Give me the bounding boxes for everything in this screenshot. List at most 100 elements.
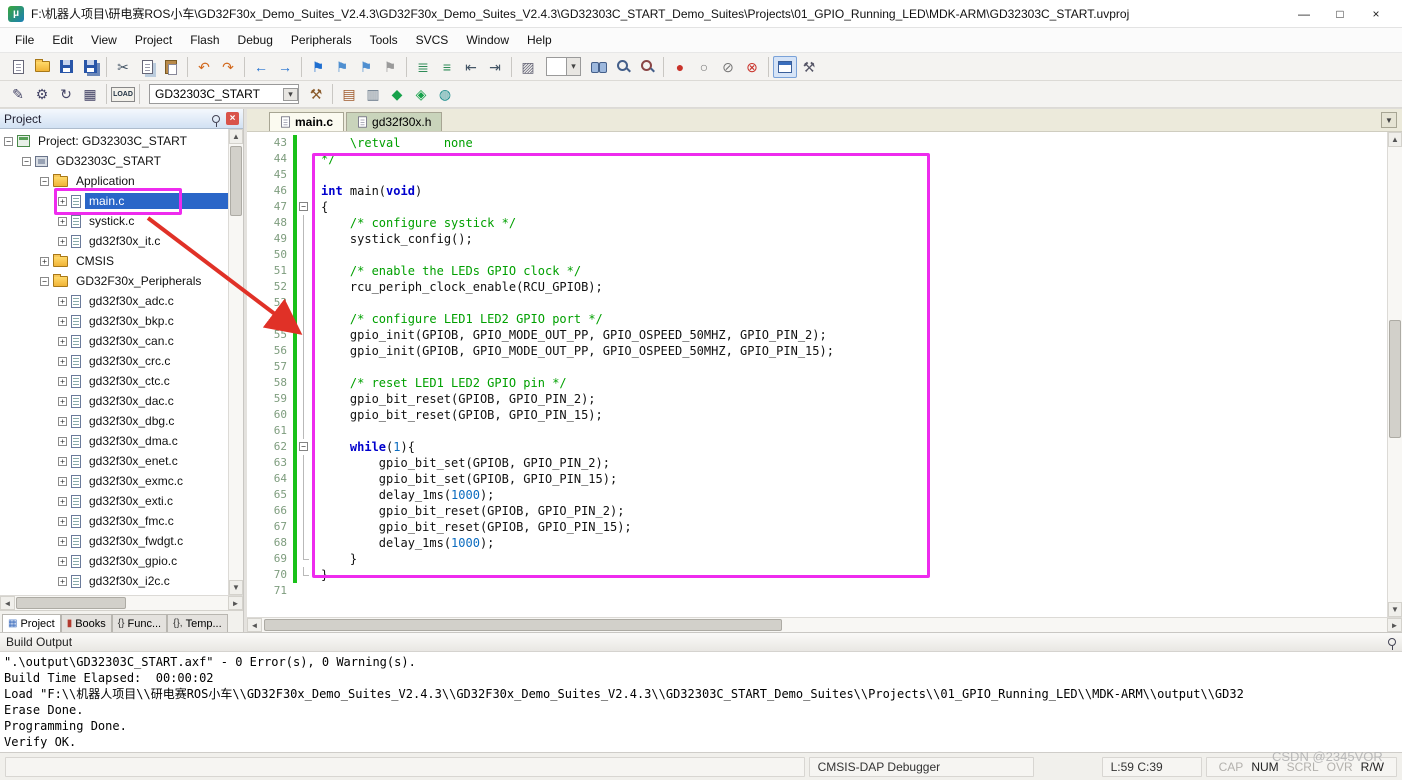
code-line-51[interactable]: 51 /* enable the LEDs GPIO clock */ [247, 263, 1387, 279]
tree-item-gd32f30x-crc-c[interactable]: + gd32f30x_crc.c [0, 351, 228, 371]
indent-right-icon[interactable]: ⇥ [483, 56, 507, 78]
breakpoint-insert-icon[interactable]: ● [668, 56, 692, 78]
incremental-find-icon[interactable] [635, 56, 659, 78]
tree-expander-icon[interactable]: + [58, 416, 67, 426]
panel-tab-func[interactable]: {} Func... [111, 614, 168, 632]
code-line-62[interactable]: 62 − while(1){ [247, 439, 1387, 455]
menu-item-svcs[interactable]: SVCS [407, 30, 458, 50]
tree-item-gd32f30x-dac-c[interactable]: + gd32f30x_dac.c [0, 391, 228, 411]
pack-installer-icon[interactable]: ◍ [433, 83, 457, 105]
fold-collapse-icon[interactable]: − [299, 442, 308, 451]
manage-books-icon[interactable]: ▥ [361, 83, 385, 105]
panel-tab-books[interactable]: ▮ Books [60, 614, 112, 632]
tree-expander-icon[interactable]: + [58, 196, 67, 206]
download-load-icon[interactable]: LOAD [111, 83, 135, 105]
menu-item-file[interactable]: File [6, 30, 43, 50]
code-line-57[interactable]: 57 [247, 359, 1387, 375]
rebuild-all-icon[interactable]: ↻ [54, 83, 78, 105]
batch-build-icon[interactable]: ▦ [78, 83, 102, 105]
tree-expander-icon[interactable]: + [58, 516, 67, 526]
tree-item-gd32f30x-dbg-c[interactable]: + gd32f30x_dbg.c [0, 411, 228, 431]
tree-expander-icon[interactable]: + [58, 336, 67, 346]
tree-item-application[interactable]: − Application [0, 171, 228, 191]
tree-item-gd32f30x-i2c-c[interactable]: + gd32f30x_i2c.c [0, 571, 228, 591]
translate-file-icon[interactable]: ✎ [6, 83, 30, 105]
tree-expander-icon[interactable]: + [58, 216, 67, 226]
code-area[interactable]: 43 \retval none 44 */45 46 int main(void) 47−… [247, 132, 1387, 617]
scroll-up-icon[interactable]: ▲ [1388, 132, 1402, 147]
menu-item-tools[interactable]: Tools [361, 30, 407, 50]
uncomment-selection-icon[interactable]: ≡ [435, 56, 459, 78]
maximize-button[interactable]: □ [1322, 3, 1358, 25]
code-line-60[interactable]: 60 gpio_bit_reset(GPIOB, GPIO_PIN_15); [247, 407, 1387, 423]
scroll-down-icon[interactable]: ▼ [1388, 602, 1402, 617]
manage-project-items-icon[interactable]: ▤ [337, 83, 361, 105]
options-for-target-icon[interactable]: ⚒ [304, 83, 328, 105]
search-combo[interactable]: ▾ [546, 57, 581, 76]
bookmark-previous-icon[interactable]: ⚑ [330, 56, 354, 78]
tree-expander-icon[interactable]: + [58, 496, 67, 506]
scroll-thumb[interactable] [16, 597, 126, 609]
tree-item-cmsis[interactable]: + CMSIS [0, 251, 228, 271]
configuration-wrench-icon[interactable]: ⚒ [797, 56, 821, 78]
tree-expander-icon[interactable]: + [40, 256, 49, 266]
code-line-44[interactable]: 44 */ [247, 151, 1387, 167]
cut-icon[interactable]: ✂ [111, 56, 135, 78]
save-icon[interactable] [54, 56, 78, 78]
build-icon[interactable]: ⚙ [30, 83, 54, 105]
code-line-61[interactable]: 61 [247, 423, 1387, 439]
save-all-icon[interactable] [78, 56, 102, 78]
code-line-47[interactable]: 47 − { [247, 199, 1387, 215]
scroll-thumb[interactable] [264, 619, 782, 631]
bookmark-clear-all-icon[interactable]: ⚑ [378, 56, 402, 78]
minimize-button[interactable]: — [1286, 3, 1322, 25]
new-file-icon[interactable] [6, 56, 30, 78]
tree-expander-icon[interactable]: + [58, 576, 67, 586]
pin-icon[interactable] [212, 114, 220, 127]
breakpoints-kill-all-icon[interactable]: ⊗ [740, 56, 764, 78]
tree-item-gd32f30x-dma-c[interactable]: + gd32f30x_dma.c [0, 431, 228, 451]
code-line-58[interactable]: 58 /* reset LED1 LED2 GPIO pin */ [247, 375, 1387, 391]
menu-item-debug[interactable]: Debug [229, 30, 282, 50]
menu-item-flash[interactable]: Flash [181, 30, 228, 50]
code-line-54[interactable]: 54 /* configure LED1 LED2 GPIO port */ [247, 311, 1387, 327]
tree-item-gd32f30x-fwdgt-c[interactable]: + gd32f30x_fwdgt.c [0, 531, 228, 551]
tree-expander-icon[interactable]: + [58, 536, 67, 546]
debug-windows-icon[interactable] [773, 55, 797, 78]
tree-item-gd32f30x-can-c[interactable]: + gd32f30x_can.c [0, 331, 228, 351]
tree-item-gd32f30x-peripherals[interactable]: − GD32F30x_Peripherals [0, 271, 228, 291]
panel-tab-temp[interactable]: {}, Temp... [167, 614, 228, 632]
build-output-pin-icon[interactable] [1388, 638, 1396, 650]
tree-item-gd32f30x-it-c[interactable]: + gd32f30x_it.c [0, 231, 228, 251]
tree-item-gd32f30x-fmc-c[interactable]: + gd32f30x_fmc.c [0, 511, 228, 531]
editor-hscrollbar[interactable]: ◄ ► [247, 617, 1402, 632]
search-input[interactable] [546, 57, 566, 76]
tree-item-gd32f30x-exmc-c[interactable]: + gd32f30x_exmc.c [0, 471, 228, 491]
scroll-track[interactable] [1388, 147, 1402, 602]
navigate-back-icon[interactable]: ← [249, 56, 273, 78]
scroll-up-icon[interactable]: ▲ [229, 129, 243, 144]
tree-expander-icon[interactable]: + [58, 436, 67, 446]
code-line-53[interactable]: 53 [247, 295, 1387, 311]
undo-icon[interactable]: ↶ [192, 56, 216, 78]
code-line-46[interactable]: 46 int main(void) [247, 183, 1387, 199]
tab-list-dropdown-icon[interactable]: ▼ [1381, 112, 1397, 128]
find-in-files-icon[interactable] [587, 56, 611, 78]
project-tree-hscrollbar[interactable]: ◄ ► [0, 595, 243, 610]
code-line-65[interactable]: 65 delay_1ms(1000); [247, 487, 1387, 503]
select-software-packs-icon[interactable]: ◈ [409, 83, 433, 105]
tree-expander-icon[interactable]: − [4, 136, 13, 146]
code-line-69[interactable]: 69 } [247, 551, 1387, 567]
scroll-thumb[interactable] [1389, 319, 1401, 439]
scroll-track[interactable] [229, 144, 243, 580]
scroll-left-icon[interactable]: ◄ [0, 596, 15, 610]
code-line-50[interactable]: 50 [247, 247, 1387, 263]
panel-tab-project[interactable]: ▦ Project [2, 614, 61, 632]
menu-item-peripherals[interactable]: Peripherals [282, 30, 361, 50]
code-line-55[interactable]: 55 gpio_init(GPIOB, GPIO_MODE_OUT_PP, GP… [247, 327, 1387, 343]
scroll-right-icon[interactable]: ► [1387, 618, 1402, 632]
editor-vscrollbar[interactable]: ▲ ▼ [1387, 132, 1402, 617]
scroll-thumb[interactable] [230, 146, 242, 216]
code-line-68[interactable]: 68 delay_1ms(1000); [247, 535, 1387, 551]
breakpoints-disable-all-icon[interactable]: ⊘ [716, 56, 740, 78]
